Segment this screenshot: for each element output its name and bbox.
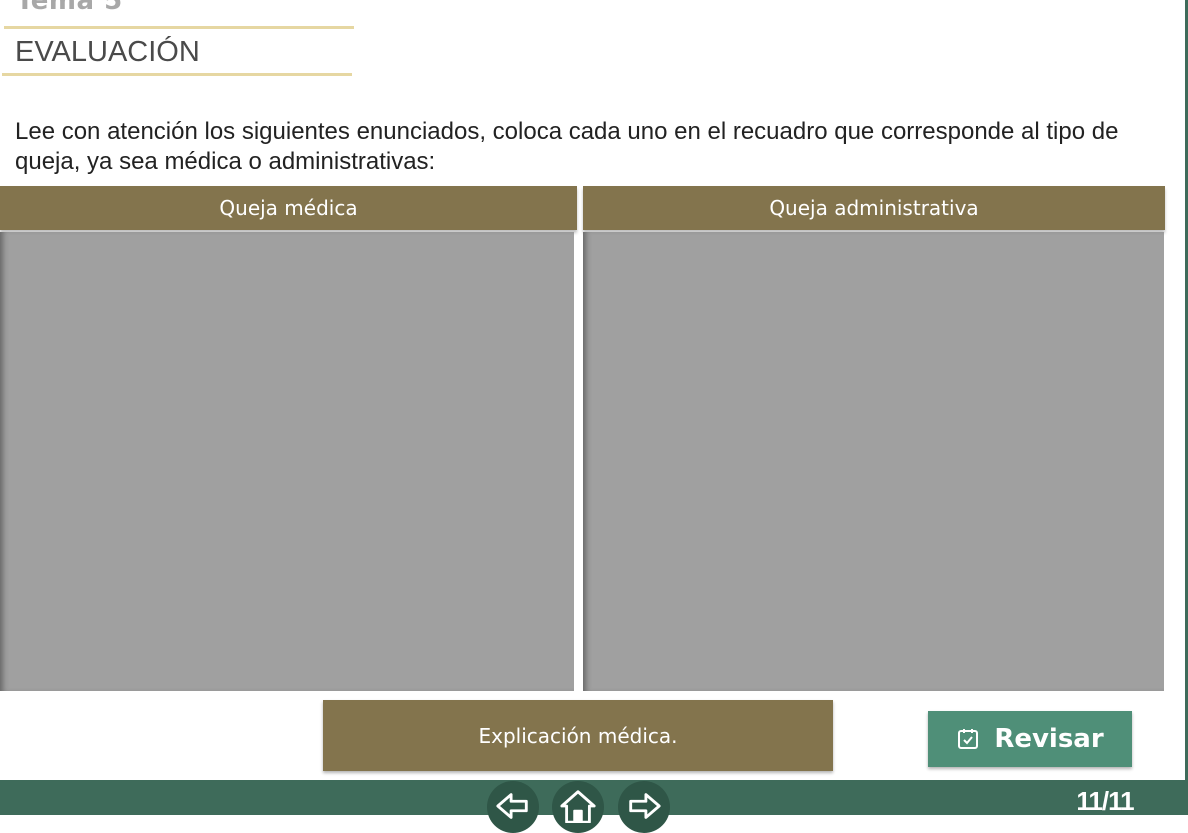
topic-underline [4,26,354,29]
draggable-statement-label: Explicación médica. [478,723,678,748]
section-title: EVALUACIÓN [15,36,200,68]
review-button-label: Revisar [994,724,1104,754]
topic-label: Tema 5 [16,0,123,16]
page-indicator: 11/11 [1076,786,1134,816]
drop-zone-medical[interactable] [0,232,574,691]
drop-zone-administrative[interactable] [583,232,1164,691]
next-button[interactable] [618,781,670,833]
draggable-statement[interactable]: Explicación médica. [323,700,833,771]
prev-button[interactable] [487,781,539,833]
arrow-left-icon [496,793,528,819]
home-button[interactable] [552,781,604,833]
calendar-check-icon [958,729,979,749]
column-header-medical: Queja médica [0,186,577,230]
home-icon [560,790,596,823]
section-underline [2,73,352,76]
review-button[interactable]: Revisar [928,711,1132,767]
column-header-administrative: Queja administrativa [583,186,1165,230]
instructions-text: Lee con atención los siguientes enunciad… [15,118,1119,175]
arrow-right-icon [629,793,661,819]
